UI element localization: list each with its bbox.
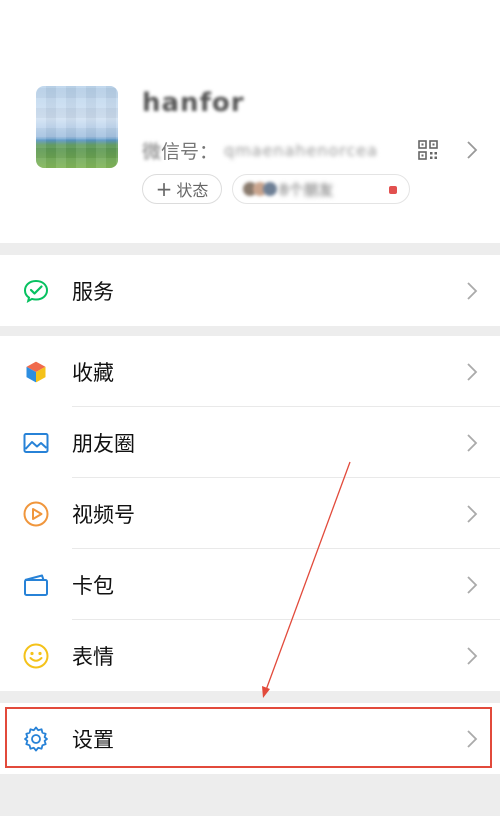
chevron-right-icon — [467, 433, 478, 452]
menu-label-favorites: 收藏 — [72, 360, 114, 385]
play-circle-icon — [23, 501, 49, 526]
chevron-right-icon — [467, 729, 478, 748]
friend-status-text: 8个朋友 — [279, 180, 334, 199]
cube-icon — [25, 359, 47, 384]
chevron-right-icon — [467, 362, 478, 381]
status-label: 状态 — [176, 181, 209, 200]
wallet-icon — [24, 574, 48, 596]
features-group: 收藏 朋友圈 视频号 卡包 表情 — [0, 336, 500, 691]
picture-icon — [23, 432, 49, 453]
menu-label-services: 服务 — [72, 279, 114, 304]
smile-icon — [23, 643, 49, 668]
chevron-right-icon — [467, 504, 478, 523]
profile-header[interactable]: hanfor 微信号： qmaenahenorcea + 状态 8个朋友 — [0, 0, 500, 243]
wechat-id-row: 微信号： qmaenahenorcea — [142, 136, 378, 164]
menu-label-moments: 朋友圈 — [72, 431, 135, 456]
menu-item-settings[interactable]: 设置 — [0, 703, 500, 774]
chevron-right-icon — [467, 646, 478, 665]
chevron-right-icon — [467, 281, 478, 300]
menu-label-settings: 设置 — [72, 727, 114, 752]
settings-group: 设置 — [0, 703, 500, 774]
chevron-right-icon — [467, 575, 478, 594]
menu-label-cards: 卡包 — [72, 573, 114, 598]
menu-item-channels[interactable]: 视频号 — [0, 478, 500, 549]
gear-icon — [24, 726, 48, 751]
menu-item-moments[interactable]: 朋友圈 — [0, 407, 500, 478]
menu-item-stickers[interactable]: 表情 — [0, 620, 500, 691]
menu-label-channels: 视频号 — [72, 502, 135, 527]
wechat-id-value: qmaenahenorcea — [224, 140, 378, 160]
nickname: hanfor — [142, 88, 245, 118]
menu-label-stickers: 表情 — [72, 644, 114, 669]
red-dot-badge — [389, 186, 397, 194]
friend-status-pill[interactable]: 8个朋友 — [232, 174, 410, 204]
menu-item-favorites[interactable]: 收藏 — [0, 336, 500, 407]
qr-code-icon[interactable] — [418, 140, 438, 160]
wechat-id-label-blurred: 微 — [142, 140, 162, 163]
avatar[interactable] — [36, 86, 118, 168]
add-status-button[interactable]: + 状态 — [142, 174, 222, 204]
menu-item-cards[interactable]: 卡包 — [0, 549, 500, 620]
wechat-pay-icon — [23, 279, 49, 303]
plus-icon: + — [155, 177, 173, 201]
chevron-right-icon[interactable] — [466, 140, 478, 160]
services-group: 服务 — [0, 255, 500, 326]
wechat-id-label: 微信号： — [142, 137, 218, 164]
menu-item-services[interactable]: 服务 — [0, 255, 500, 326]
friend-avatars — [243, 182, 277, 196]
wechat-id-label-text: 信号： — [161, 140, 219, 163]
